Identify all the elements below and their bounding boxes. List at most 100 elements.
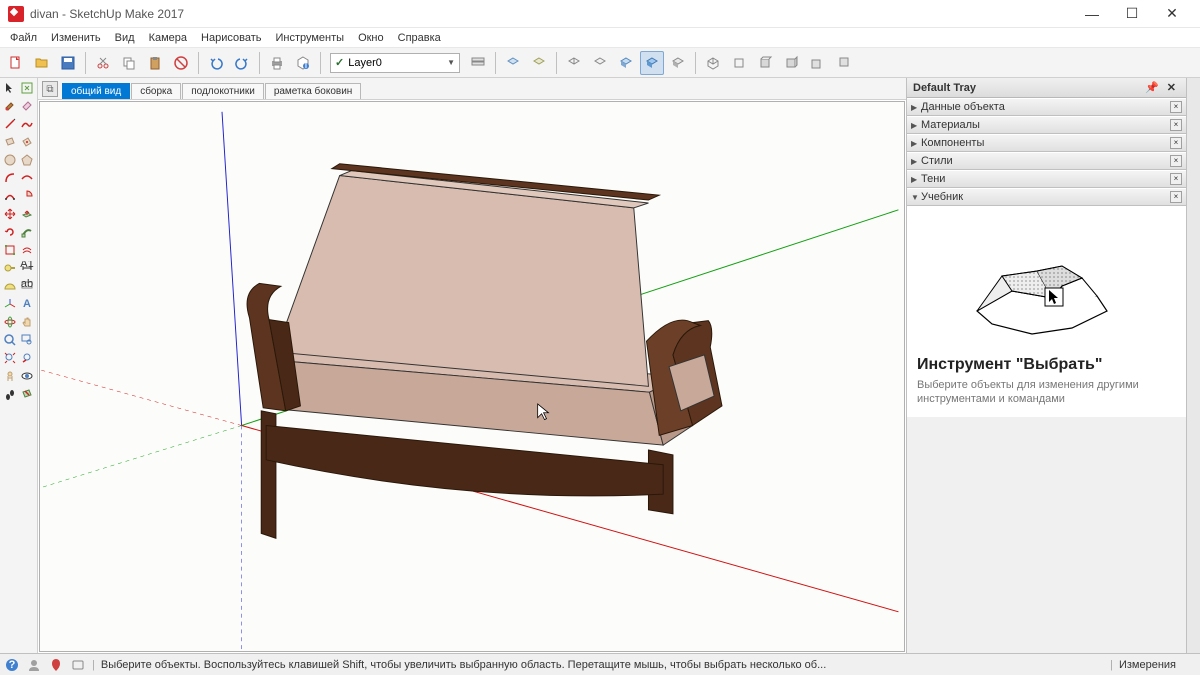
tape-tool-icon[interactable]	[2, 260, 18, 276]
rectangle-tool-icon[interactable]	[2, 134, 18, 150]
view-right-icon[interactable]	[779, 51, 803, 75]
scene-nav-icon[interactable]: ⧉	[42, 81, 58, 97]
3dtext-tool-icon[interactable]: A	[20, 296, 36, 312]
tray-scrollbar[interactable]	[1186, 78, 1200, 653]
scene-tab-2[interactable]: подлокотники	[182, 83, 264, 99]
panel-close-icon[interactable]: ×	[1170, 191, 1182, 203]
maximize-button[interactable]: ☐	[1112, 0, 1152, 28]
tray-header[interactable]: Default Tray 📌 ✕	[907, 78, 1186, 98]
panel-styles[interactable]: ▶Стили×	[907, 152, 1186, 170]
credits-icon[interactable]	[70, 657, 86, 673]
eraser-tool-icon[interactable]	[20, 98, 36, 114]
panel-close-icon[interactable]: ×	[1170, 173, 1182, 185]
view-top-icon[interactable]	[727, 51, 751, 75]
delete-icon[interactable]	[169, 51, 193, 75]
select-tool-icon[interactable]	[2, 80, 18, 96]
panel-entity-info[interactable]: ▶Данные объекта×	[907, 98, 1186, 116]
close-button[interactable]: ✕	[1152, 0, 1192, 28]
layer-dropdown[interactable]: ✓ Layer0 ▼	[330, 53, 460, 73]
panel-instructor[interactable]: ▼Учебник×	[907, 188, 1186, 206]
undo-icon[interactable]	[204, 51, 228, 75]
zoom-extents-tool-icon[interactable]	[2, 350, 18, 366]
menu-tools[interactable]: Инструменты	[269, 30, 350, 46]
style-wireframe-icon[interactable]	[562, 51, 586, 75]
2pt-arc-tool-icon[interactable]	[20, 170, 36, 186]
pushpull-tool-icon[interactable]	[20, 206, 36, 222]
orbit-tool-icon[interactable]	[2, 314, 18, 330]
pan-tool-icon[interactable]	[20, 314, 36, 330]
polygon-tool-icon[interactable]	[20, 152, 36, 168]
geolocation-icon[interactable]	[48, 657, 64, 673]
arc-tool-icon[interactable]	[2, 170, 18, 186]
menu-window[interactable]: Окно	[352, 30, 390, 46]
paste-icon[interactable]	[143, 51, 167, 75]
freehand-tool-icon[interactable]	[20, 116, 36, 132]
style-shaded-icon[interactable]	[614, 51, 638, 75]
3d-viewport[interactable]	[39, 101, 905, 652]
zoom-window-tool-icon[interactable]	[20, 332, 36, 348]
copy-icon[interactable]	[117, 51, 141, 75]
text-tool-icon[interactable]: ab	[20, 278, 36, 294]
menu-file[interactable]: Файл	[4, 30, 43, 46]
help-icon[interactable]: ?	[4, 657, 20, 673]
3pt-arc-tool-icon[interactable]	[2, 188, 18, 204]
position-camera-tool-icon[interactable]	[2, 368, 18, 384]
style-hidden-icon[interactable]	[588, 51, 612, 75]
scene-tabs: ⧉ общий вид сборка подлокотники раметка …	[38, 78, 906, 100]
style-xray-icon[interactable]	[501, 51, 525, 75]
scene-tab-1[interactable]: сборка	[131, 83, 181, 99]
style-backedges-icon[interactable]	[527, 51, 551, 75]
panel-materials[interactable]: ▶Материалы×	[907, 116, 1186, 134]
view-back-icon[interactable]	[805, 51, 829, 75]
open-file-icon[interactable]	[30, 51, 54, 75]
panel-close-icon[interactable]: ×	[1170, 101, 1182, 113]
view-front-icon[interactable]	[753, 51, 777, 75]
walk-tool-icon[interactable]	[2, 386, 18, 402]
minimize-button[interactable]: —	[1072, 0, 1112, 28]
scene-tab-3[interactable]: раметка боковин	[265, 83, 362, 99]
menu-help[interactable]: Справка	[392, 30, 447, 46]
new-file-icon[interactable]	[4, 51, 28, 75]
look-around-tool-icon[interactable]	[20, 368, 36, 384]
panel-shadows[interactable]: ▶Тени×	[907, 170, 1186, 188]
menu-edit[interactable]: Изменить	[45, 30, 107, 46]
line-tool-icon[interactable]	[2, 116, 18, 132]
pie-tool-icon[interactable]	[20, 188, 36, 204]
model-info-icon[interactable]: i	[291, 51, 315, 75]
print-icon[interactable]	[265, 51, 289, 75]
user-icon[interactable]	[26, 657, 42, 673]
menu-camera[interactable]: Камера	[143, 30, 193, 46]
axes-tool-icon[interactable]	[2, 296, 18, 312]
rotate-tool-icon[interactable]	[2, 224, 18, 240]
cut-icon[interactable]	[91, 51, 115, 75]
offset-tool-icon[interactable]	[20, 242, 36, 258]
dimension-tool-icon[interactable]: A1	[20, 260, 36, 276]
menu-view[interactable]: Вид	[109, 30, 141, 46]
view-left-icon[interactable]	[831, 51, 855, 75]
component-tool-icon[interactable]	[20, 80, 36, 96]
tray-close-icon[interactable]: ✕	[1163, 81, 1180, 94]
paint-tool-icon[interactable]	[2, 98, 18, 114]
panel-components[interactable]: ▶Компоненты×	[907, 134, 1186, 152]
rotated-rect-tool-icon[interactable]	[20, 134, 36, 150]
panel-close-icon[interactable]: ×	[1170, 155, 1182, 167]
redo-icon[interactable]	[230, 51, 254, 75]
style-monochrome-icon[interactable]	[666, 51, 690, 75]
scene-tab-active[interactable]: общий вид	[62, 83, 130, 99]
menu-draw[interactable]: Нарисовать	[195, 30, 267, 46]
view-iso-icon[interactable]	[701, 51, 725, 75]
scale-tool-icon[interactable]	[2, 242, 18, 258]
style-shaded-textures-icon[interactable]	[640, 51, 664, 75]
panel-close-icon[interactable]: ×	[1170, 119, 1182, 131]
panel-close-icon[interactable]: ×	[1170, 137, 1182, 149]
zoom-tool-icon[interactable]	[2, 332, 18, 348]
protractor-tool-icon[interactable]	[2, 278, 18, 294]
circle-tool-icon[interactable]	[2, 152, 18, 168]
save-file-icon[interactable]	[56, 51, 80, 75]
move-tool-icon[interactable]	[2, 206, 18, 222]
pin-icon[interactable]: 📌	[1141, 81, 1163, 94]
section-tool-icon[interactable]	[20, 386, 36, 402]
layer-manager-icon[interactable]	[466, 51, 490, 75]
followme-tool-icon[interactable]	[20, 224, 36, 240]
previous-view-tool-icon[interactable]	[20, 350, 36, 366]
